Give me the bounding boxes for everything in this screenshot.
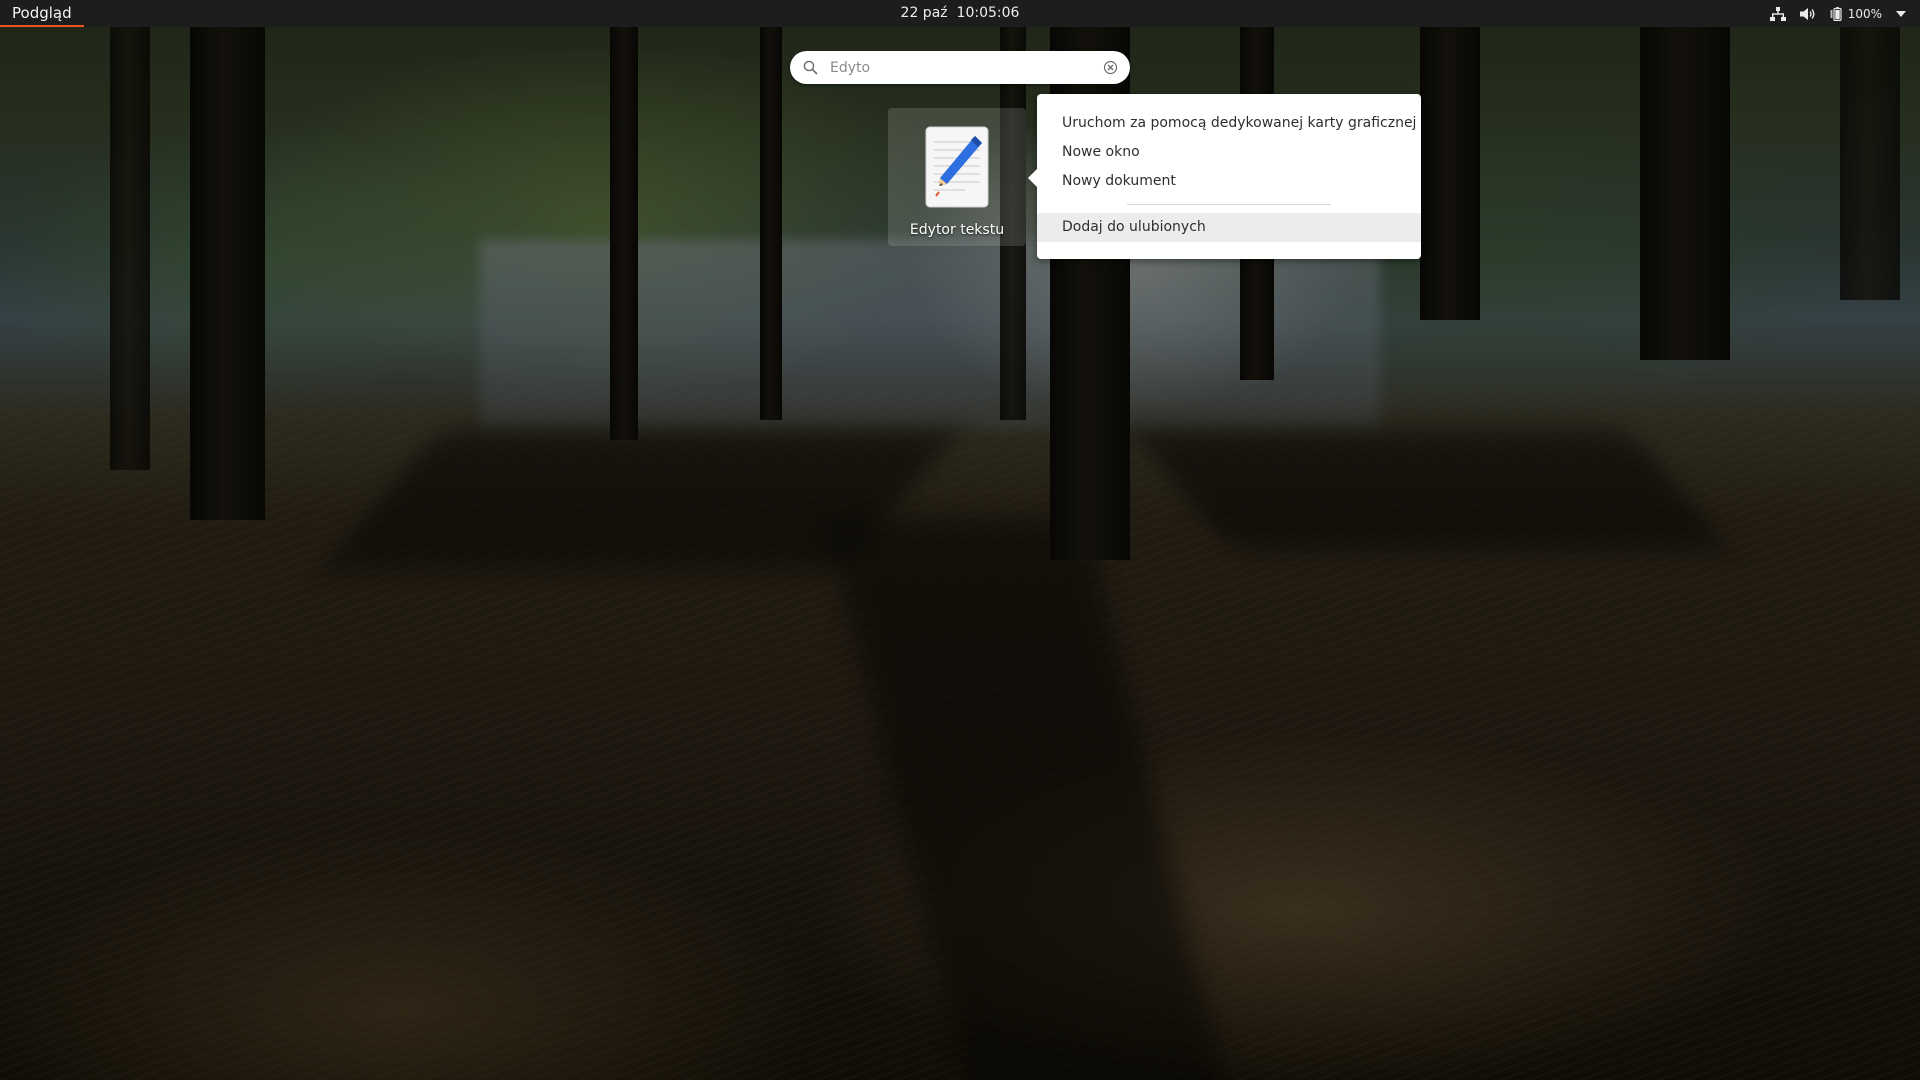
clock-date: 22 paź <box>900 5 948 21</box>
network-icon <box>1769 6 1786 21</box>
context-menu-list: Uruchom za pomocą dedykowanej karty graf… <box>1037 109 1421 242</box>
clock-time: 10:05:06 <box>956 5 1020 21</box>
menu-item-add-to-favorites[interactable]: Dodaj do ulubionych <box>1037 213 1421 242</box>
battery-indicator: 100% <box>1830 6 1882 21</box>
clock-button[interactable]: 22 paź 10:05:06 <box>0 0 1920 27</box>
system-menu-arrow-icon <box>1896 10 1906 17</box>
context-menu-arrow <box>1028 168 1038 188</box>
battery-percent: 100% <box>1847 6 1882 21</box>
system-tray[interactable]: 100% <box>1769 0 1906 27</box>
top-bar: Podgląd 22 paź 10:05:06 100% <box>0 0 1920 27</box>
menu-item-new-document[interactable]: Nowy dokument <box>1037 167 1421 196</box>
menu-item-new-window[interactable]: Nowe okno <box>1037 138 1421 167</box>
search-input[interactable] <box>830 55 1080 80</box>
volume-icon <box>1799 7 1816 21</box>
search-result-text-editor[interactable]: Edytor tekstu <box>888 108 1026 246</box>
battery-icon <box>1830 6 1842 21</box>
clear-icon[interactable] <box>1103 60 1118 79</box>
text-editor-icon <box>925 126 989 208</box>
app-context-menu: Uruchom za pomocą dedykowanej karty graf… <box>1037 94 1421 259</box>
search-icon <box>803 60 818 79</box>
menu-separator <box>1037 196 1421 213</box>
search-result-label: Edytor tekstu <box>909 222 1005 238</box>
menu-item-launch-dedicated-gpu[interactable]: Uruchom za pomocą dedykowanej karty graf… <box>1037 109 1421 138</box>
search-entry[interactable] <box>790 51 1130 84</box>
